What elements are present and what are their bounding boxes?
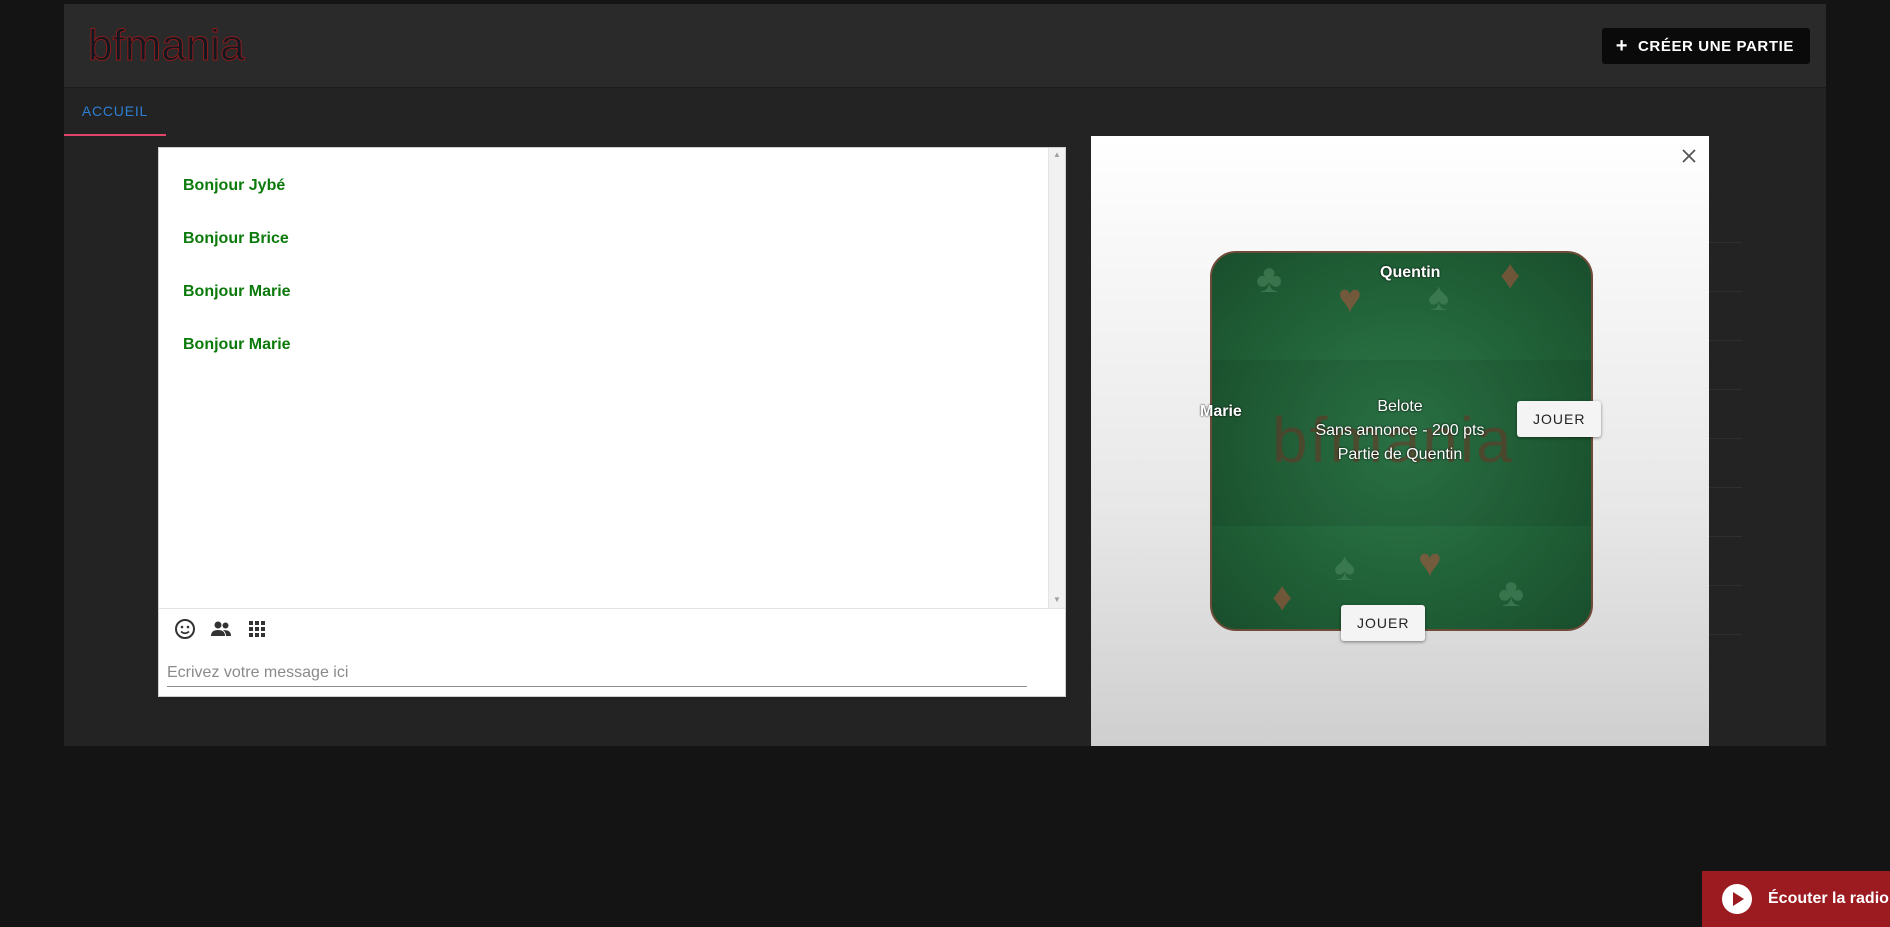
player-top-name: Quentin — [1380, 264, 1441, 281]
chat-message: Bonjour Brice — [183, 230, 289, 247]
close-icon[interactable] — [1677, 144, 1701, 168]
scroll-down-icon[interactable]: ▼ — [1053, 595, 1061, 604]
chat-panel: Bonjour Jybé Bonjour Brice Bonjour Marie… — [158, 147, 1066, 697]
chat-messages: Bonjour Jybé Bonjour Brice Bonjour Marie… — [159, 148, 1049, 608]
apps-icon[interactable] — [245, 617, 269, 641]
game-preview-panel: bfmania ♣ ♥ ♠ ♦ ♦ ♠ ♥ ♣ Quentin Marie Be… — [1091, 136, 1709, 746]
chat-message-input[interactable] — [167, 660, 1027, 687]
chat-message: Bonjour Jybé — [183, 177, 286, 194]
heart-suit-icon: ♥ — [1418, 541, 1442, 585]
chat-scrollbar[interactable]: ▲ ▼ — [1048, 148, 1065, 608]
top-bar: bfmania + CRÉER UNE PARTIE — [64, 4, 1826, 88]
radio-label: Écouter la radio — [1768, 890, 1889, 907]
bfmania-logo[interactable]: bfmania — [86, 20, 286, 76]
play-icon — [1722, 884, 1752, 914]
plus-icon: + — [1615, 35, 1628, 57]
chat-toolbar — [159, 608, 1065, 649]
join-bottom-seat-button[interactable]: JOUER — [1341, 605, 1426, 641]
join-right-seat-button[interactable]: JOUER — [1517, 401, 1602, 437]
people-icon[interactable] — [209, 617, 233, 641]
create-game-button[interactable]: + CRÉER UNE PARTIE — [1601, 28, 1810, 64]
tab-accueil-label: ACCUEIL — [81, 103, 149, 119]
tab-accueil[interactable]: ACCUEIL — [64, 88, 166, 136]
radio-player-button[interactable]: Écouter la radio — [1702, 871, 1890, 927]
chat-message: Bonjour Marie — [183, 283, 291, 300]
chat-message: Bonjour Marie — [183, 336, 291, 353]
spade-suit-icon: ♠ — [1334, 545, 1356, 589]
logo-text: bfmania — [88, 21, 245, 70]
game-type: Belote — [1377, 398, 1423, 415]
smiley-icon[interactable] — [173, 617, 197, 641]
diamond-suit-icon: ♦ — [1272, 575, 1293, 619]
game-owner: Partie de Quentin — [1337, 446, 1463, 463]
scroll-up-icon[interactable]: ▲ — [1053, 150, 1061, 159]
diamond-suit-icon: ♦ — [1500, 253, 1521, 297]
heart-suit-icon: ♥ — [1338, 277, 1362, 321]
club-suit-icon: ♣ — [1498, 571, 1525, 615]
create-game-label: CRÉER UNE PARTIE — [1637, 37, 1794, 55]
game-rules: Sans annonce - 200 pts — [1315, 422, 1485, 439]
club-suit-icon: ♣ — [1256, 257, 1283, 301]
card-table: bfmania ♣ ♥ ♠ ♦ ♦ ♠ ♥ ♣ — [1210, 251, 1593, 631]
